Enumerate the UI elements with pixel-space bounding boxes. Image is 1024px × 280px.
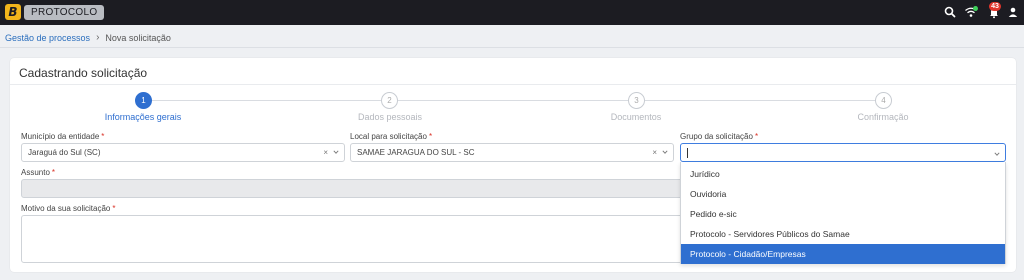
step-4-label[interactable]: Confirmação xyxy=(823,112,943,122)
municipio-label: Município da entidade * xyxy=(21,132,104,141)
required-marker: * xyxy=(51,168,56,177)
text-caret xyxy=(687,148,688,158)
required-marker: * xyxy=(754,132,759,141)
chevron-down-icon[interactable] xyxy=(994,151,1000,157)
grupo-label-text: Grupo da solicitação xyxy=(680,132,753,141)
clear-icon[interactable]: × xyxy=(323,144,328,161)
grupo-dropdown-list: Jurídico Ouvidoria Pedido e-sic Protocol… xyxy=(680,162,1006,264)
local-label: Local para solicitação * xyxy=(350,132,432,141)
app-logo[interactable]: B xyxy=(5,4,21,20)
divider xyxy=(10,84,1016,85)
step-2-label[interactable]: Dados pessoais xyxy=(330,112,450,122)
motivo-label: Motivo da sua solicitação * xyxy=(21,204,116,213)
step-4-indicator[interactable]: 4 xyxy=(875,92,892,109)
page-title: Cadastrando solicitação xyxy=(19,66,148,80)
required-marker: * xyxy=(112,204,116,213)
dropdown-option[interactable]: Pedido e-sic xyxy=(681,204,1005,224)
app-name-badge[interactable]: PROTOCOLO xyxy=(24,5,105,20)
user-icon[interactable] xyxy=(1006,5,1020,19)
grupo-label: Grupo da solicitação * xyxy=(680,132,758,141)
breadcrumb-current: Nova solicitação xyxy=(105,32,171,43)
stepper-connector xyxy=(645,100,875,101)
municipio-value: Jaraguá do Sul (SC) xyxy=(28,148,101,157)
step-3-indicator[interactable]: 3 xyxy=(628,92,645,109)
grupo-select[interactable] xyxy=(680,143,1006,162)
assunto-label-text: Assunto xyxy=(21,168,50,177)
chevron-down-icon[interactable] xyxy=(662,149,668,155)
motivo-label-text: Motivo da sua solicitação xyxy=(21,204,111,213)
breadcrumb-separator: › xyxy=(96,32,100,43)
stepper-connector xyxy=(398,100,628,101)
step-2-indicator[interactable]: 2 xyxy=(381,92,398,109)
required-marker: * xyxy=(428,132,433,141)
municipio-label-text: Município da entidade xyxy=(21,132,100,141)
notification-badge: 43 xyxy=(989,2,1001,11)
clear-icon[interactable]: × xyxy=(652,144,657,161)
step-1-label[interactable]: Informações gerais xyxy=(83,112,203,122)
breadcrumb-link-gestao[interactable]: Gestão de processos xyxy=(5,33,90,43)
dropdown-option[interactable]: Ouvidoria xyxy=(681,184,1005,204)
search-icon[interactable] xyxy=(943,5,957,19)
top-bar: B PROTOCOLO 43 xyxy=(0,0,1024,25)
required-marker: * xyxy=(101,132,105,141)
dropdown-option[interactable]: Jurídico xyxy=(681,164,1005,184)
local-value: SAMAE JARAGUA DO SUL - SC xyxy=(357,148,475,157)
local-select[interactable]: SAMAE JARAGUA DO SUL - SC × xyxy=(350,143,674,162)
chevron-down-icon[interactable] xyxy=(333,149,339,155)
step-3-label[interactable]: Documentos xyxy=(576,112,696,122)
stepper-connector xyxy=(152,100,381,101)
local-label-text: Local para solicitação xyxy=(350,132,427,141)
step-1-indicator[interactable]: 1 xyxy=(135,92,152,109)
connection-status-dot xyxy=(973,6,978,11)
divider xyxy=(0,47,1024,48)
dropdown-option-highlighted[interactable]: Protocolo - Cidadão/Empresas xyxy=(681,244,1005,264)
municipio-select[interactable]: Jaraguá do Sul (SC) × xyxy=(21,143,345,162)
breadcrumb: Gestão de processos › Nova solicitação xyxy=(5,32,171,43)
dropdown-option[interactable]: Protocolo - Servidores Públicos do Samae xyxy=(681,224,1005,244)
assunto-label: Assunto * xyxy=(21,168,55,177)
